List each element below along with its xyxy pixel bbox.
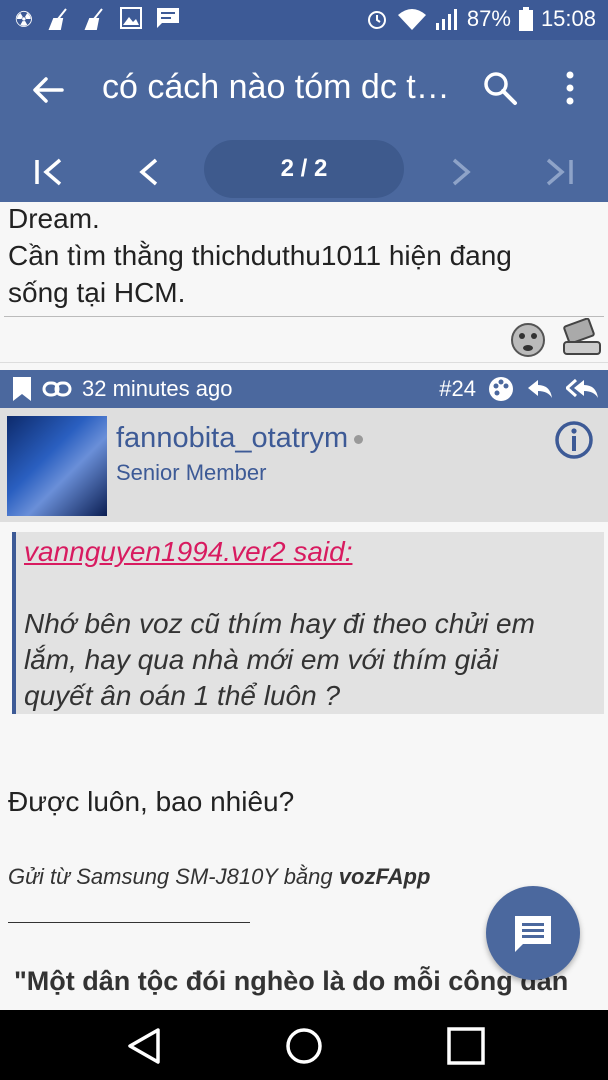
link-icon[interactable] [42,379,72,399]
prev-page-icon[interactable] [132,154,168,190]
system-nav-bar [0,1010,608,1080]
post-number[interactable]: #24 [439,376,476,402]
more-vert-icon[interactable] [560,70,580,106]
back-arrow-icon[interactable] [28,70,68,110]
search-icon[interactable] [482,70,518,106]
avatar[interactable] [7,416,107,516]
quote-text: Nhớ bên voz cũ thím hay đi theo chửi em … [24,606,594,714]
clock: 15:08 [540,6,596,31]
signature-prefix: Gửi từ Samsung SM-J810Y bằng [8,864,339,889]
post-time: 32 minutes ago [82,376,233,401]
signature: Gửi từ Samsung SM-J810Y bằng vozFApp [8,864,430,890]
quote-block: vannguyen1994.ver2 said: Nhớ bên voz cũ … [12,532,604,714]
text-line: Dream. [8,203,100,234]
reply-icon[interactable] [526,378,554,400]
emoji-laptop-icon[interactable] [562,318,602,358]
page-indicator[interactable]: 2 / 2 [204,140,404,198]
nav-recents-icon[interactable] [446,1026,486,1066]
pagination-bar: 2 / 2 [0,140,608,202]
signal-icon [435,9,457,30]
divider [4,316,604,317]
chat-icon [515,916,551,952]
text-line: Nhớ bên voz cũ thím hay đi theo chửi em [24,608,535,639]
compose-reply-button[interactable] [486,886,580,980]
signature-slogan: "Một dân tộc đói nghèo là do mỗi công dâ… [14,966,569,996]
image-icon [119,7,142,29]
bookmark-icon[interactable] [12,376,32,402]
signature-app: vozFApp [338,864,431,889]
quote-author-link[interactable]: vannguyen1994.ver2 said: [24,536,352,568]
reply-all-icon[interactable] [566,378,600,400]
reaction-bar [508,318,602,358]
info-icon[interactable] [554,420,594,460]
wifi-icon [397,9,426,30]
first-page-icon[interactable] [32,154,68,190]
username-row[interactable]: fannobita_otatrym [116,422,364,455]
alarm-icon [367,11,386,29]
app-bar: có cách nào tóm dc thằng thichduthu1011 [0,40,608,140]
message-icon [156,8,179,28]
nav-home-icon[interactable] [284,1026,324,1066]
status-bar: ☢ 87% 15:08 [0,0,608,40]
post-body-text: Được luôn, bao nhiêu? [8,786,295,817]
text-line: quyết ân oán 1 thể luôn ? [24,680,341,711]
online-status-dot [354,434,364,444]
user-info-box: fannobita_otatrym Senior Member [0,408,608,522]
signature-divider [8,922,250,923]
nav-back-icon[interactable] [124,1026,164,1066]
text-line: Cần tìm thằng thichduthu1011 hiện đang [8,240,512,271]
palette-icon[interactable] [488,376,514,402]
text-line: lắm, hay qua nhà mới em với thím giải [24,644,499,675]
previous-post-text: Dream. Cần tìm thằng thichduthu1011 hiện… [8,200,512,311]
post-header-bar: 32 minutes ago #24 [0,370,608,408]
last-page-icon[interactable] [540,154,576,190]
broom-icon [48,8,67,30]
thread-title: có cách nào tóm dc thằng thichduthu1011 [102,68,452,106]
emoji-sad-icon[interactable] [508,318,548,358]
user-role: Senior Member [116,460,267,485]
broom-icon [84,8,103,30]
battery-icon [518,7,533,31]
text-line: sống tại HCM. [8,277,186,308]
radiation-icon: ☢ [14,7,34,32]
username[interactable]: fannobita_otatrym [116,422,348,454]
battery-percent: 87% [466,6,511,31]
next-page-icon[interactable] [442,154,478,190]
divider [0,362,608,363]
